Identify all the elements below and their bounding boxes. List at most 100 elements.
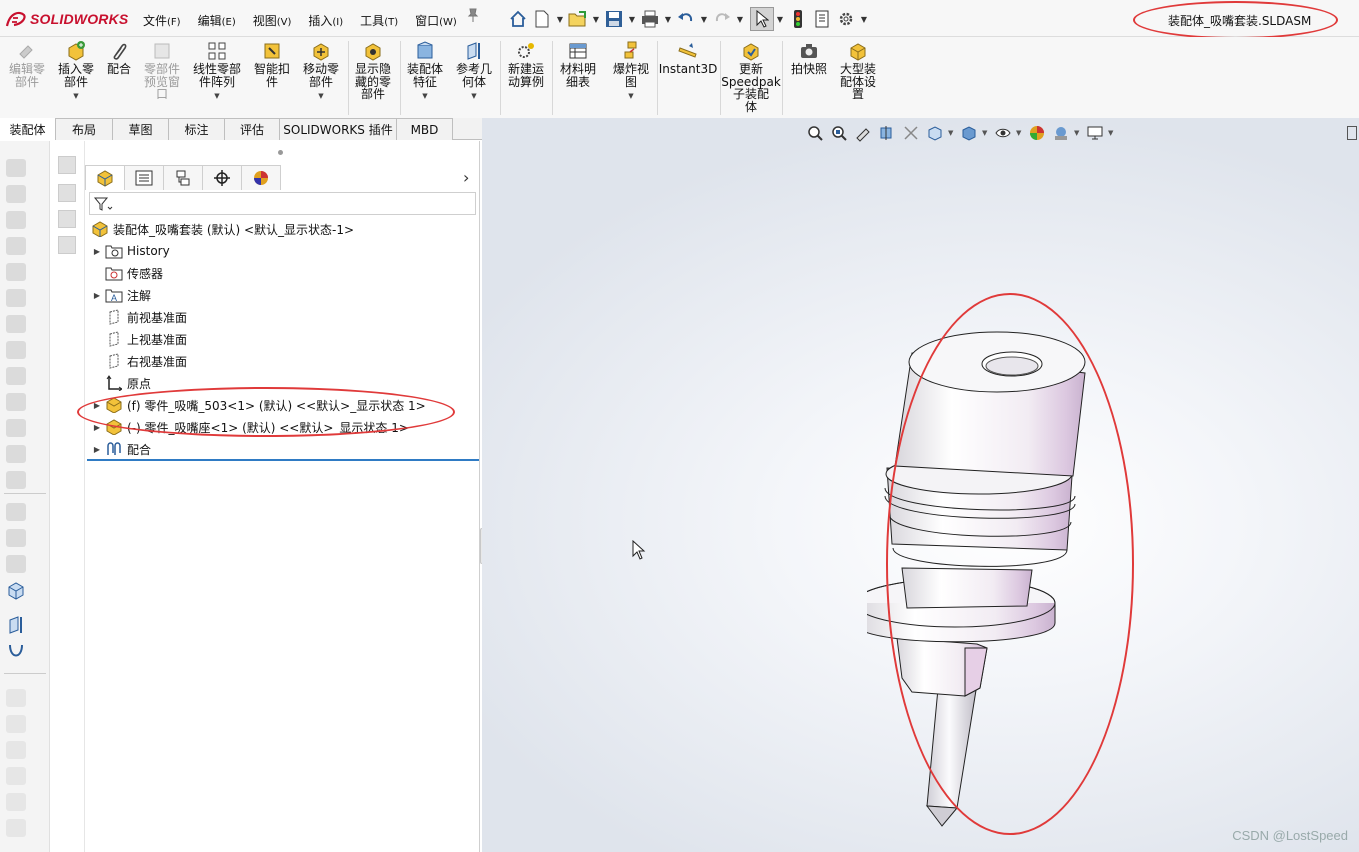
grid-icon[interactable] bbox=[58, 156, 76, 174]
pencil-gray-icon[interactable] bbox=[6, 529, 26, 547]
tree-item-part-nozzle[interactable]: ▶ (f) 零件_吸嘴_503<1> (默认) <<默认>_显示状态 1> bbox=[91, 395, 426, 415]
tree-item-sensors[interactable]: 传感器 bbox=[91, 263, 163, 283]
tree-filter-box[interactable] bbox=[89, 192, 476, 215]
reference-plane-icon[interactable] bbox=[6, 615, 28, 635]
tree-item-mates[interactable]: ▶ 配合 bbox=[91, 439, 151, 459]
show-hidden-components-button[interactable]: 显示隐 藏的零 部件 bbox=[352, 40, 394, 101]
chevron-down-icon[interactable]: ▼ bbox=[471, 90, 476, 103]
rotate-component-icon[interactable] bbox=[6, 185, 26, 203]
large-assembly-settings-button[interactable]: 大型装 配体设 置 bbox=[836, 40, 880, 101]
print-icon[interactable] bbox=[638, 7, 662, 31]
view-cube-icon[interactable] bbox=[6, 793, 26, 811]
task-pane-toggle-icon[interactable] bbox=[1347, 126, 1357, 140]
chevron-down-icon[interactable]: ▼ bbox=[948, 129, 956, 137]
edit-appearance-icon[interactable] bbox=[1026, 122, 1048, 144]
tree-item-annotations[interactable]: ▶ A 注解 bbox=[91, 285, 151, 305]
exploded-view-button[interactable]: 爆炸视 图 ▼ bbox=[609, 40, 653, 103]
chevron-down-icon[interactable]: ▼ bbox=[590, 7, 602, 31]
take-snapshot-button[interactable]: 拍快照 bbox=[787, 40, 831, 76]
section-view-icon[interactable] bbox=[876, 122, 898, 144]
redo-icon[interactable] bbox=[710, 7, 734, 31]
smart-fasteners-button[interactable]: 智能扣 件 bbox=[251, 40, 293, 88]
sweep-icon[interactable] bbox=[6, 393, 26, 411]
view-settings-monitor-icon[interactable] bbox=[1084, 122, 1106, 144]
rebuild-traffic-light-icon[interactable] bbox=[786, 7, 810, 31]
tab-markup[interactable]: 标注 bbox=[169, 118, 225, 140]
sketch-3d-icon[interactable] bbox=[58, 236, 76, 254]
expand-arrow-icon[interactable]: ▶ bbox=[91, 423, 103, 432]
chevron-down-icon[interactable]: ▼ bbox=[73, 90, 78, 103]
pencil-gray-icon[interactable] bbox=[6, 555, 26, 573]
tab-solidworks-addins[interactable]: SOLIDWORKS 插件 bbox=[280, 118, 397, 140]
chevron-down-icon[interactable]: ▼ bbox=[318, 90, 323, 103]
tree-item-right-plane[interactable]: 右视基准面 bbox=[91, 351, 187, 371]
tree-item-history[interactable]: ▶ History bbox=[91, 241, 170, 261]
display-style-icon[interactable] bbox=[958, 122, 980, 144]
tab-sketch[interactable]: 草图 bbox=[113, 118, 169, 140]
chevron-down-icon[interactable]: ▼ bbox=[554, 7, 566, 31]
menu-window[interactable]: 窗口(W) bbox=[415, 12, 457, 29]
pin-icon[interactable] bbox=[466, 7, 480, 23]
chevron-down-icon[interactable]: ▼ bbox=[422, 90, 427, 103]
view-cube-icon[interactable] bbox=[6, 689, 26, 707]
chevron-down-icon[interactable]: ▼ bbox=[1074, 129, 1082, 137]
new-document-icon[interactable] bbox=[530, 7, 554, 31]
menu-insert[interactable]: 插入(I) bbox=[308, 12, 343, 29]
chevron-down-icon[interactable]: ▼ bbox=[734, 7, 746, 31]
edit-component-icon[interactable] bbox=[6, 159, 26, 177]
tree-item-part-nozzle-seat[interactable]: ▶ (-) 零件_吸嘴座<1> (默认) <<默认>_显示状态 1> bbox=[91, 417, 409, 437]
mate-button[interactable]: 配合 bbox=[104, 40, 134, 76]
component-preview-window-button[interactable]: 零部件 预览窗 口 bbox=[140, 40, 184, 101]
previous-view-icon[interactable] bbox=[852, 122, 874, 144]
pencil-gray-icon[interactable] bbox=[6, 503, 26, 521]
tab-configuration-manager[interactable] bbox=[163, 165, 203, 190]
view-cube-icon[interactable] bbox=[6, 715, 26, 733]
bracket-icon[interactable] bbox=[6, 471, 26, 489]
new-motion-study-button[interactable]: 新建运 动算例 bbox=[504, 40, 548, 88]
curve-icon[interactable] bbox=[6, 641, 28, 661]
update-speedpak-button[interactable]: 更新 Speedpak 子装配 体 bbox=[721, 40, 781, 113]
chevron-down-icon[interactable]: ▼ bbox=[662, 7, 674, 31]
cut-icon[interactable] bbox=[6, 419, 26, 437]
revolve-icon[interactable] bbox=[6, 367, 26, 385]
select-pointer-icon[interactable] bbox=[750, 7, 774, 31]
down-arrow-icon[interactable] bbox=[6, 237, 26, 255]
tab-display-manager[interactable] bbox=[241, 165, 281, 190]
chevron-down-icon[interactable]: ▼ bbox=[698, 7, 710, 31]
menu-tools[interactable]: 工具(T) bbox=[360, 12, 398, 29]
tree-item-origin[interactable]: 原点 bbox=[91, 373, 151, 393]
chevron-right-icon[interactable]: › bbox=[463, 168, 469, 187]
save-icon[interactable] bbox=[602, 7, 626, 31]
view-cube-icon[interactable] bbox=[6, 819, 26, 837]
zoom-to-fit-icon[interactable] bbox=[804, 122, 826, 144]
hide-show-items-icon[interactable] bbox=[992, 122, 1014, 144]
bill-of-materials-button[interactable]: 材料明 细表 bbox=[557, 40, 599, 88]
assembly-features-button[interactable]: 装配体 特征 ▼ bbox=[404, 40, 446, 103]
insert-component-button[interactable]: 插入零 部件 ▼ bbox=[56, 40, 96, 103]
panel-drag-handle[interactable] bbox=[278, 150, 283, 155]
zoom-to-area-icon[interactable] bbox=[828, 122, 850, 144]
chevron-down-icon[interactable]: ▼ bbox=[774, 7, 786, 31]
expand-arrow-icon[interactable]: ▶ bbox=[91, 291, 103, 300]
undo-icon[interactable] bbox=[674, 7, 698, 31]
nozzle-assembly-3d-model[interactable] bbox=[867, 318, 1107, 848]
extrude-icon[interactable] bbox=[6, 341, 26, 359]
menu-view[interactable]: 视图(V) bbox=[253, 12, 292, 29]
expand-arrow-icon[interactable]: ▶ bbox=[91, 445, 103, 454]
linear-component-pattern-button[interactable]: 线性零部 件阵列 ▼ bbox=[190, 40, 244, 103]
chevron-down-icon[interactable]: ▼ bbox=[982, 129, 990, 137]
chevron-down-icon[interactable]: ▼ bbox=[214, 90, 219, 103]
tab-evaluate[interactable]: 评估 bbox=[225, 118, 280, 140]
tab-mbd[interactable]: MBD bbox=[397, 118, 453, 140]
dynamic-annotation-icon[interactable] bbox=[900, 122, 922, 144]
chevron-down-icon[interactable]: ▼ bbox=[858, 7, 870, 31]
tab-property-manager[interactable] bbox=[124, 165, 164, 190]
tree-item-front-plane[interactable]: 前视基准面 bbox=[91, 307, 187, 327]
fastener-icon[interactable] bbox=[6, 263, 26, 281]
instant3d-button[interactable]: Instant3D bbox=[659, 40, 717, 76]
view-orientation-icon[interactable] bbox=[924, 122, 946, 144]
apply-scene-icon[interactable] bbox=[1050, 122, 1072, 144]
tab-feature-tree[interactable] bbox=[85, 165, 125, 190]
sketch-icon[interactable] bbox=[58, 184, 76, 202]
solidworks-logo[interactable]: SOLIDWORKS bbox=[4, 8, 128, 30]
